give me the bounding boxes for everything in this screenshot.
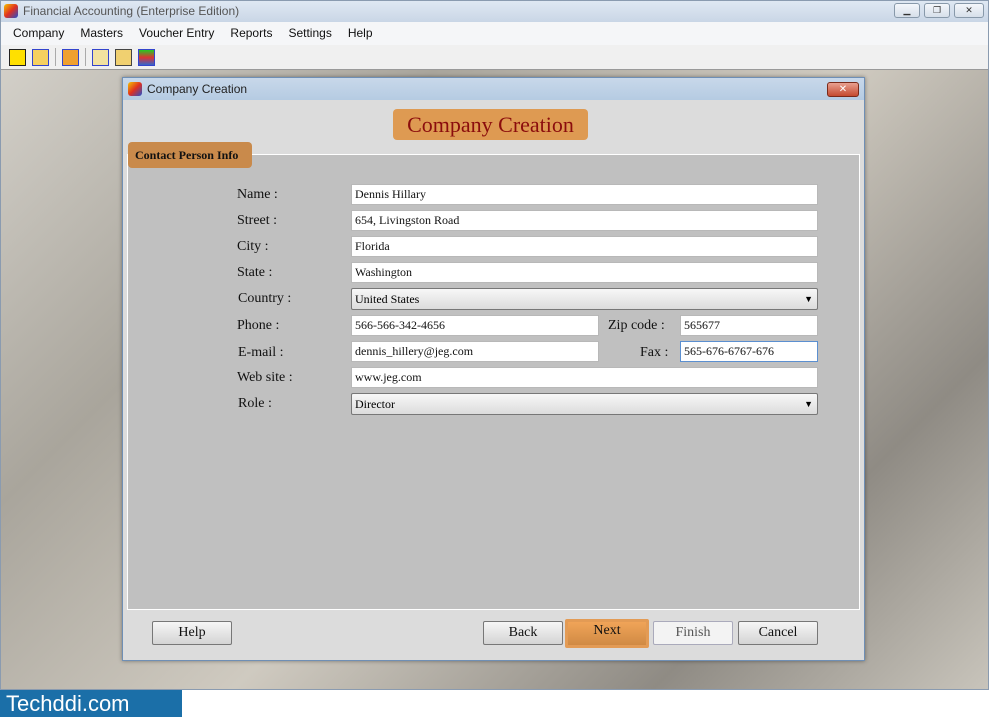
street-input[interactable]: 654, Livingston Road — [351, 210, 818, 231]
country-value: United States — [355, 292, 420, 306]
open-folder-icon[interactable] — [32, 48, 49, 66]
role-select[interactable]: Director ▼ — [351, 393, 818, 415]
app-icon — [4, 4, 18, 18]
help-button[interactable]: Help — [152, 621, 232, 645]
email-input[interactable]: dennis_hillery@jeg.com — [351, 341, 599, 362]
tab-contact-person-info[interactable]: Contact Person Info — [128, 142, 252, 168]
chevron-down-icon: ▼ — [804, 294, 813, 304]
toolbar — [1, 45, 988, 70]
city-label: City : — [237, 239, 269, 254]
back-button[interactable]: Back — [483, 621, 563, 645]
app-title: Financial Accounting (Enterprise Edition… — [23, 4, 240, 18]
next-button[interactable]: Next — [565, 619, 649, 648]
note-icon[interactable] — [115, 48, 132, 66]
finish-button: Finish — [653, 621, 733, 645]
plus-minus-icon[interactable] — [138, 48, 155, 66]
phone-input[interactable]: 566-566-342-4656 — [351, 315, 599, 336]
dialog-close-button[interactable]: ✕ — [827, 82, 859, 97]
city-input[interactable]: Florida — [351, 236, 818, 257]
phone-label: Phone : — [237, 318, 280, 333]
email-label: E-mail : — [238, 345, 284, 360]
country-label: Country : — [238, 291, 292, 306]
calculator-icon[interactable] — [62, 48, 79, 66]
close-button[interactable]: ✕ — [954, 3, 984, 18]
menu-bar: Company Masters Voucher Entry Reports Se… — [1, 22, 988, 45]
menu-masters[interactable]: Masters — [72, 22, 131, 45]
zip-input[interactable]: 565677 — [680, 315, 818, 336]
new-icon[interactable] — [9, 48, 26, 66]
dialog-icon — [128, 82, 142, 96]
menu-settings[interactable]: Settings — [280, 22, 339, 45]
menu-reports[interactable]: Reports — [222, 22, 280, 45]
restore-button[interactable]: ❐ — [924, 3, 950, 18]
cancel-button[interactable]: Cancel — [738, 621, 818, 645]
techddi-logo: Techddi.com — [0, 690, 182, 717]
country-select[interactable]: United States ▼ — [351, 288, 818, 310]
minimize-button[interactable]: ▁ — [894, 3, 920, 18]
role-value: Director — [355, 397, 395, 411]
website-input[interactable]: www.jeg.com — [351, 367, 818, 388]
dialog-title-bar: Company Creation ✕ — [123, 78, 864, 100]
state-label: State : — [237, 265, 273, 280]
role-label: Role : — [238, 396, 272, 411]
state-input[interactable]: Washington — [351, 262, 818, 283]
name-label: Name : — [237, 187, 278, 202]
menu-help[interactable]: Help — [340, 22, 381, 45]
title-bar: Financial Accounting (Enterprise Edition… — [1, 1, 988, 22]
website-label: Web site : — [237, 370, 293, 385]
street-label: Street : — [237, 213, 278, 228]
company-creation-dialog: Company Creation ✕ Company Creation Cont… — [122, 77, 865, 661]
chevron-down-icon: ▼ — [804, 399, 813, 409]
zip-label: Zip code : — [608, 318, 665, 333]
fax-label: Fax : — [640, 345, 669, 360]
menu-company[interactable]: Company — [5, 22, 72, 45]
separator — [55, 48, 56, 66]
separator — [85, 48, 86, 66]
name-input[interactable]: Dennis Hillary — [351, 184, 818, 205]
fax-input[interactable]: 565-676-6767-676 — [680, 341, 818, 362]
balance-scale-icon[interactable] — [92, 48, 109, 66]
dialog-title: Company Creation — [147, 82, 248, 96]
page-heading: Company Creation — [393, 109, 588, 140]
menu-voucher-entry[interactable]: Voucher Entry — [131, 22, 222, 45]
